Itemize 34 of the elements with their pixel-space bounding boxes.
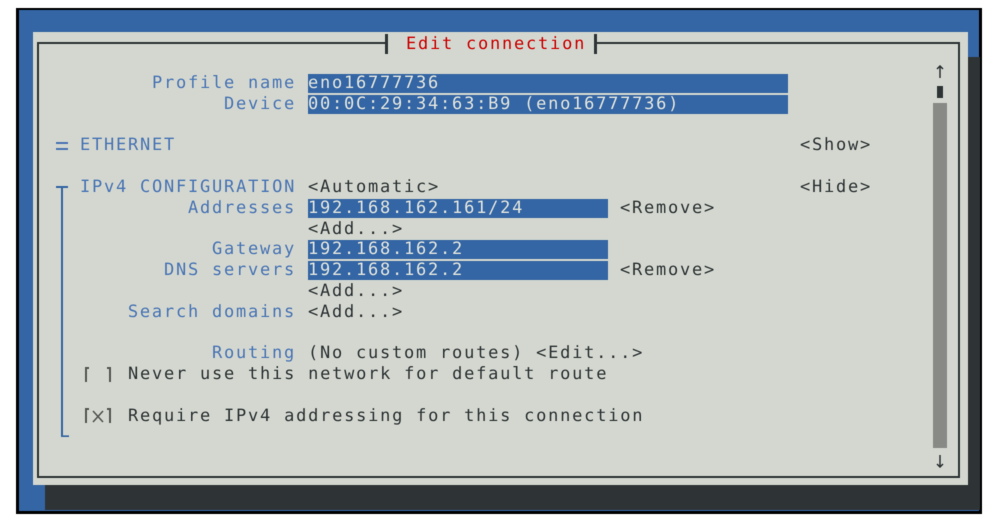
add-button[interactable]: <Add...> — [308, 218, 404, 240]
scroll-down-icon[interactable] — [936, 454, 944, 468]
section-title: IPv4 CONFIGURATION — [80, 176, 296, 198]
field-label: Device — [224, 94, 296, 115]
checkbox-label: Require IPv4 addressing for this connection — [128, 406, 644, 427]
routing-value: (No custom routes) — [308, 343, 524, 364]
profile-name-field[interactable]: eno16777736 — [308, 74, 788, 93]
field-label: Search domains — [128, 302, 296, 323]
show-button[interactable]: <Show> — [800, 135, 872, 156]
field-label: Routing — [212, 343, 296, 364]
address-field[interactable]: 192.168.162.161/24 — [308, 198, 608, 218]
method-dropdown[interactable]: <Automatic> — [308, 176, 440, 198]
hide-button[interactable]: <Hide> — [800, 176, 872, 198]
edit-button[interactable]: <Edit...> — [536, 343, 644, 364]
add-button[interactable]: <Add...> — [308, 302, 404, 323]
section-title: ETHERNET — [80, 135, 176, 156]
checkbox[interactable] — [85, 408, 111, 424]
dialog-title: Edit connection — [405, 34, 588, 54]
scrollbar-track[interactable] — [933, 103, 947, 448]
scrollbar-thumb[interactable] — [937, 86, 943, 98]
field-label: Gateway — [212, 239, 296, 260]
add-button[interactable]: <Add...> — [308, 280, 404, 302]
dns-server-field[interactable]: 192.168.162.2 — [308, 261, 608, 280]
checkbox[interactable] — [85, 366, 111, 383]
gateway-field[interactable]: 192.168.162.2 — [308, 240, 608, 260]
field-label: DNS servers — [164, 260, 296, 281]
checkbox-label: Never use this network for default route — [128, 364, 608, 385]
device-field[interactable]: 00:0C:29:34:63:B9 (eno16777736) — [308, 94, 788, 114]
remove-button[interactable]: <Remove> — [620, 198, 716, 219]
field-label: Profile name — [152, 73, 296, 94]
field-label: Addresses — [188, 198, 296, 219]
collapsed-section-icon[interactable] — [56, 142, 68, 150]
remove-button[interactable]: <Remove> — [620, 260, 716, 281]
scroll-up-icon[interactable] — [936, 65, 944, 79]
